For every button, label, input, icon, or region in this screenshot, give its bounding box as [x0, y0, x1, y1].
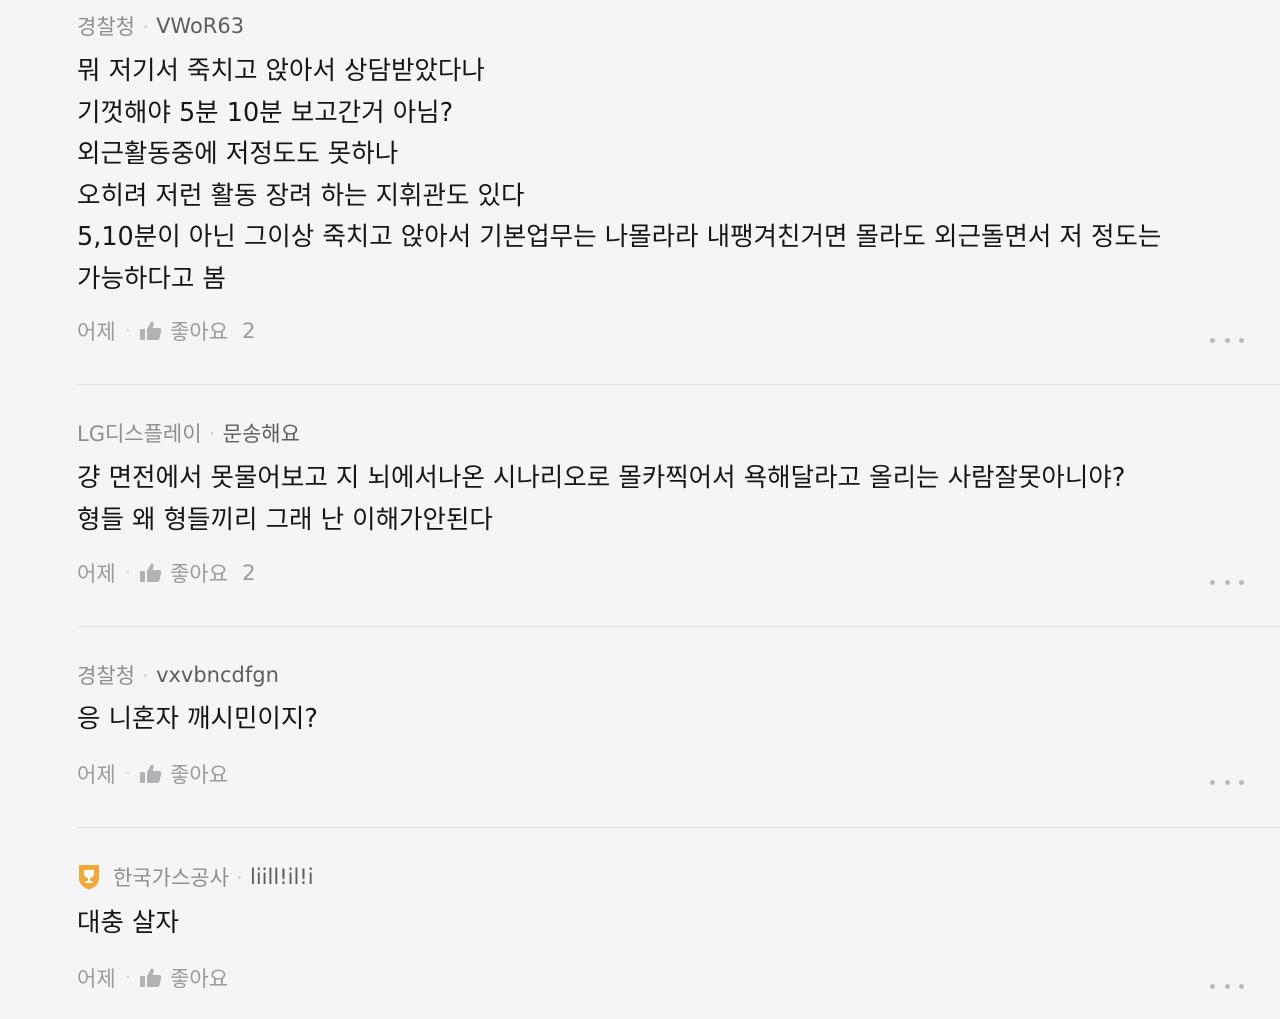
comment-body: 걍 면전에서 못물어보고 지 뇌에서나온 시나리오로 몰카찍어서 욕해달라고 올… — [77, 458, 1247, 541]
comment-actions: 어제 · 좋아요 2 — [77, 316, 255, 346]
comment-item: 경찰청 · VWoR63 뭐 저기서 죽치고 앉아서 상담받았다나 기껏해야 5… — [0, 0, 1280, 385]
more-dots-icon — [1210, 579, 1215, 585]
comment-time: 어제 — [77, 763, 116, 787]
comment-time: 어제 — [77, 562, 116, 586]
comment-body: 대충 살자 — [77, 903, 1247, 945]
comment-list: 경찰청 · VWoR63 뭐 저기서 죽치고 앉아서 상담받았다나 기껏해야 5… — [0, 0, 1280, 1019]
divider — [77, 827, 1280, 828]
thumbs-up-icon — [140, 321, 162, 341]
like-label: 좋아요 — [170, 763, 229, 787]
author-nickname[interactable]: liill!il!i — [250, 865, 314, 889]
comment-actions: 어제 · 좋아요 2 — [77, 558, 255, 588]
comment-line: 오히려 저런 활동 장려 하는 지휘관도 있다 — [77, 180, 525, 211]
like-button[interactable]: 좋아요 2 — [140, 558, 255, 588]
like-count: 2 — [242, 561, 256, 585]
comment-line: 외근활동중에 저정도도 못하나 — [77, 139, 399, 169]
thumbs-up-icon — [140, 563, 162, 583]
more-options-button[interactable] — [1210, 772, 1244, 792]
thumbs-up-icon — [140, 764, 162, 784]
trophy-badge-icon — [77, 864, 101, 890]
author-nickname[interactable]: vxvbncdfgn — [156, 663, 279, 687]
meta-separator: · — [209, 423, 215, 443]
comment-line: 뭐 저기서 죽치고 앉아서 상담받았다나 — [77, 56, 485, 86]
comment-meta: 경찰청 · VWoR63 — [77, 11, 244, 41]
comment-line: 응 니혼자 깨시민이지? — [77, 704, 318, 734]
like-label: 좋아요 — [170, 320, 229, 344]
author-company[interactable]: LG디스플레이 — [77, 418, 202, 448]
like-button[interactable]: 좋아요 — [140, 759, 242, 789]
author-company[interactable]: 경찰청 — [77, 660, 135, 690]
meta-separator: · — [125, 323, 131, 339]
comment-item: 한국가스공사 · liill!il!i 대충 살자 어제 · 좋아요 — [0, 829, 1280, 1019]
like-label: 좋아요 — [170, 967, 229, 991]
more-dots-icon — [1210, 779, 1215, 785]
comment-time: 어제 — [77, 967, 116, 991]
comment-line: 걍 면전에서 못물어보고 지 뇌에서나온 시나리오로 몰카찍어서 욕해달라고 올… — [77, 463, 1126, 493]
author-nickname[interactable]: 문송해요 — [223, 418, 300, 448]
comment-meta: 한국가스공사 · liill!il!i — [77, 862, 314, 892]
comment-body: 뭐 저기서 죽치고 앉아서 상담받았다나 기껏해야 5분 10분 보고간거 아님… — [77, 51, 1247, 300]
comment-meta: 경찰청 · vxvbncdfgn — [77, 660, 279, 690]
meta-separator: · — [236, 867, 243, 887]
comment-actions: 어제 · 좋아요 — [77, 759, 242, 789]
meta-separator: · — [125, 766, 131, 782]
meta-separator: · — [125, 970, 131, 986]
divider — [77, 384, 1280, 385]
comment-line: 5,10분이 아닌 그이상 죽치고 앉아서 기본업무는 나몰라라 내팽겨친거면 … — [77, 222, 1162, 252]
like-button[interactable]: 좋아요 2 — [140, 316, 255, 346]
comment-item: LG디스플레이 · 문송해요 걍 면전에서 못물어보고 지 뇌에서나온 시나리오… — [0, 386, 1280, 627]
meta-separator: · — [142, 665, 149, 685]
thumbs-up-icon — [140, 968, 162, 988]
comment-meta: LG디스플레이 · 문송해요 — [77, 418, 300, 448]
more-options-button[interactable] — [1210, 330, 1244, 350]
comment-line: 대충 살자 — [77, 908, 179, 938]
more-options-button[interactable] — [1210, 572, 1244, 592]
author-nickname[interactable]: VWoR63 — [156, 14, 244, 38]
more-options-button[interactable] — [1210, 976, 1244, 996]
comment-line: 기껏해야 5분 10분 보고간거 아님? — [77, 97, 454, 128]
divider — [77, 626, 1280, 627]
like-button[interactable]: 좋아요 — [140, 963, 242, 993]
like-label: 좋아요 — [170, 562, 229, 586]
meta-separator: · — [125, 565, 131, 581]
author-company[interactable]: 경찰청 — [77, 11, 135, 41]
author-company[interactable]: 한국가스공사 — [113, 862, 229, 892]
comment-body: 응 니혼자 깨시민이지? — [77, 699, 1247, 741]
comment-line: 가능하다고 봄 — [77, 263, 226, 294]
comment-time: 어제 — [77, 320, 116, 344]
like-count: 2 — [242, 319, 256, 343]
meta-separator: · — [142, 16, 149, 36]
more-dots-icon — [1210, 983, 1215, 989]
comment-actions: 어제 · 좋아요 — [77, 963, 242, 993]
comment-item: 경찰청 · vxvbncdfgn 응 니혼자 깨시민이지? 어제 · 좋아요 — [0, 628, 1280, 828]
comment-line: 형들 왜 형들끼리 그래 난 이해가안된다 — [77, 504, 493, 535]
more-dots-icon — [1210, 337, 1215, 343]
